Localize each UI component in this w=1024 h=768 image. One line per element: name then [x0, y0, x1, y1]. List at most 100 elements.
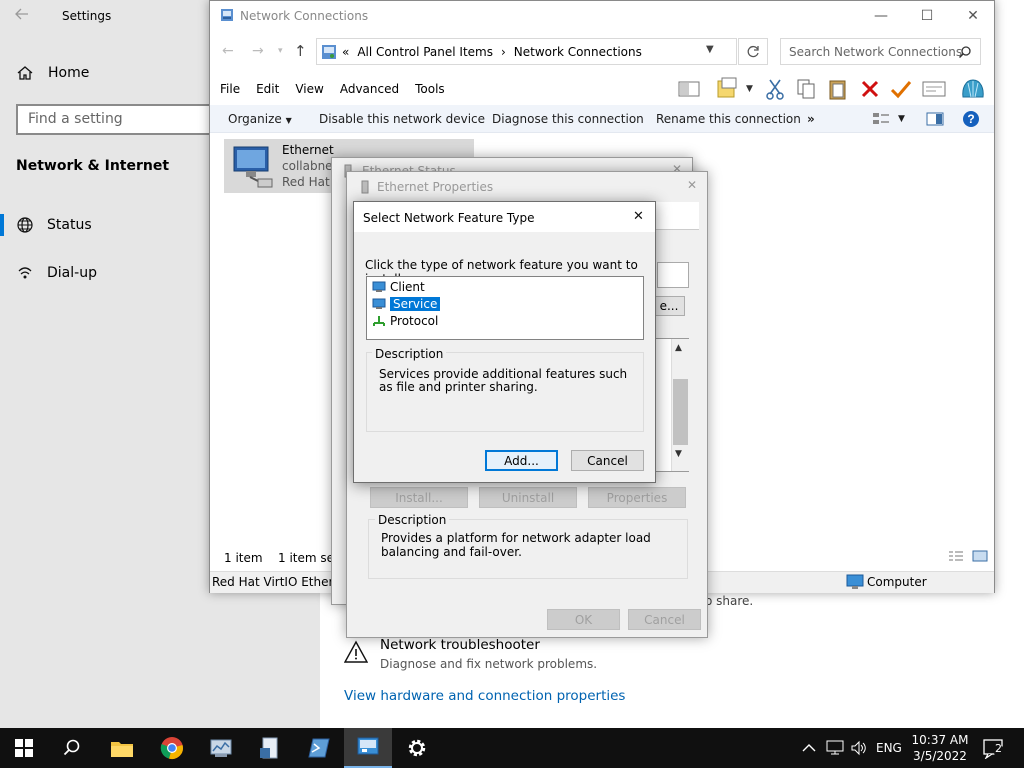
rename-button[interactable]: Rename this connection: [656, 112, 801, 126]
back-arrow-icon[interactable]: [14, 6, 34, 26]
gear-icon: [408, 739, 426, 757]
back-arrow-icon[interactable]: ←: [222, 43, 234, 59]
add-button[interactable]: Add...: [485, 450, 558, 471]
scroll-thumb[interactable]: [673, 379, 688, 445]
maximize-button[interactable]: ☐: [904, 1, 950, 31]
feature-type-list[interactable]: Client Service Protocol: [366, 276, 644, 340]
notification-count: 2: [995, 742, 1002, 755]
speaker-icon: [851, 740, 866, 756]
server-manager-button[interactable]: [197, 728, 245, 768]
disable-device-button[interactable]: Disable this network device: [319, 112, 485, 126]
document-icon: [260, 737, 278, 759]
address-bar[interactable]: « All Control Panel Items › Network Conn…: [316, 38, 737, 65]
connection-name: Ethernet: [282, 143, 334, 157]
list-item-protocol[interactable]: Protocol: [372, 313, 438, 329]
cancel-button[interactable]: Cancel: [571, 450, 644, 471]
delete-icon[interactable]: [860, 79, 880, 102]
view-dropdown-icon[interactable]: ▼: [898, 114, 905, 124]
home-label: Home: [48, 65, 90, 81]
address-prefix: «: [342, 44, 350, 59]
list-item-service[interactable]: Service: [372, 296, 441, 312]
preview-pane-icon[interactable]: [678, 81, 700, 100]
list-scrollbar[interactable]: ▲ ▼: [671, 339, 689, 471]
nav-item-status[interactable]: Status: [16, 216, 92, 234]
network-folder-icon: [220, 8, 234, 22]
settings-button[interactable]: [393, 728, 441, 768]
install-button[interactable]: Install...: [370, 487, 468, 508]
volume-tray-icon[interactable]: [850, 728, 868, 768]
uninstall-button[interactable]: Uninstall: [479, 487, 577, 508]
notification-icon: [983, 739, 1006, 759]
home-icon: [16, 64, 40, 82]
organize-button[interactable]: Organize ▼: [228, 112, 292, 126]
menu-advanced[interactable]: Advanced: [340, 82, 399, 96]
more-commands-button[interactable]: »: [807, 112, 815, 126]
menu-edit[interactable]: Edit: [256, 82, 279, 96]
close-icon[interactable]: ✕: [633, 209, 644, 224]
show-hidden-icons[interactable]: [802, 728, 816, 768]
refresh-button[interactable]: [738, 38, 768, 65]
close-button[interactable]: ✕: [950, 1, 996, 31]
breadcrumb-all-items[interactable]: All Control Panel Items: [357, 45, 493, 59]
change-view-icon[interactable]: [872, 112, 890, 129]
ok-button[interactable]: OK: [547, 609, 620, 630]
nav-item-dialup[interactable]: Dial-up: [16, 264, 97, 282]
protocol-label: Protocol: [390, 314, 439, 328]
copy-icon[interactable]: [796, 78, 816, 103]
forward-arrow-icon[interactable]: →: [252, 43, 264, 59]
notifications-button[interactable]: 2: [982, 728, 1006, 768]
cancel-button[interactable]: Cancel: [628, 609, 701, 630]
control-panel-icon: [357, 737, 379, 755]
breadcrumb-network-connections[interactable]: Network Connections: [514, 45, 642, 59]
menu-file[interactable]: File: [220, 82, 240, 96]
home-nav-item[interactable]: Home: [16, 64, 89, 82]
command-bar: Organize ▼ Disable this network device D…: [210, 105, 994, 133]
hardware-properties-link[interactable]: View hardware and connection properties: [344, 688, 625, 704]
chrome-button[interactable]: [148, 728, 196, 768]
props-description-text: Provides a platform for network adapter …: [381, 531, 651, 559]
list-item-client[interactable]: Client: [372, 279, 425, 295]
diagnose-button[interactable]: Diagnose this connection: [492, 112, 644, 126]
menu-view[interactable]: View: [295, 82, 323, 96]
search-button[interactable]: [48, 728, 96, 768]
taskbar: ENG 10:37 AM 3/5/2022 2: [0, 728, 1024, 768]
preview-pane-toggle-icon[interactable]: [926, 112, 944, 129]
help-icon[interactable]: ?: [962, 110, 980, 131]
powershell-button[interactable]: [295, 728, 343, 768]
shell-icon[interactable]: [960, 77, 986, 104]
file-explorer-button[interactable]: [98, 728, 146, 768]
paste-icon[interactable]: [828, 78, 848, 103]
close-icon[interactable]: ✕: [687, 178, 697, 192]
up-arrow-icon[interactable]: ↑: [294, 42, 307, 60]
recent-dropdown-icon[interactable]: ▾: [278, 46, 283, 56]
scroll-down-icon[interactable]: ▼: [675, 449, 682, 459]
window-title: Network Connections: [240, 9, 369, 23]
scroll-up-icon[interactable]: ▲: [675, 343, 682, 353]
search-icon[interactable]: [958, 45, 972, 62]
feature-description-label: Description: [372, 347, 447, 361]
control-panel-button[interactable]: [344, 728, 392, 768]
find-setting-input[interactable]: Find a setting: [16, 104, 216, 135]
properties-button[interactable]: Properties: [588, 487, 686, 508]
network-tray-icon[interactable]: [826, 728, 844, 768]
check-icon[interactable]: [890, 79, 912, 102]
props-description-label: Description: [375, 513, 450, 527]
cut-icon[interactable]: [765, 78, 785, 103]
language-indicator[interactable]: ENG: [876, 728, 902, 768]
configure-button[interactable]: e...: [653, 296, 685, 316]
settings-title: Settings: [62, 9, 112, 23]
chevron-down-icon[interactable]: ▼: [706, 44, 714, 55]
views-icon[interactable]: [716, 77, 740, 102]
minimize-button[interactable]: —: [858, 1, 904, 31]
views-dropdown-icon[interactable]: ▼: [746, 84, 753, 94]
properties-icon[interactable]: [922, 81, 946, 100]
document-app-button[interactable]: [246, 728, 294, 768]
search-input[interactable]: Search Network Connections: [780, 38, 981, 65]
menu-tools[interactable]: Tools: [415, 82, 445, 96]
start-button[interactable]: [0, 728, 48, 768]
details-view-icon[interactable]: [948, 550, 964, 565]
troubleshooter-title[interactable]: Network troubleshooter: [380, 637, 540, 653]
clock[interactable]: 10:37 AM 3/5/2022: [910, 728, 970, 768]
tiles-view-icon[interactable]: [972, 550, 988, 565]
search-icon: [63, 739, 80, 756]
